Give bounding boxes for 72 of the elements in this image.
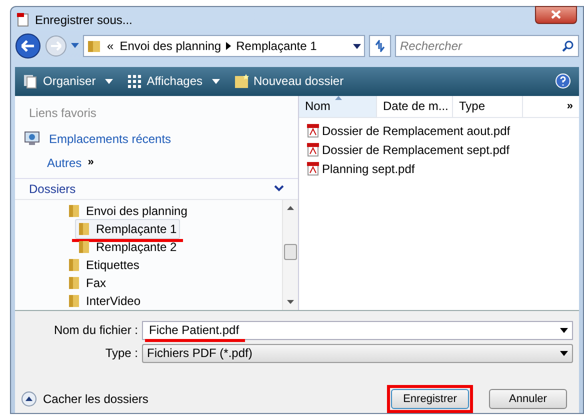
dropdown-arrow-icon[interactable] bbox=[560, 328, 568, 333]
help-icon[interactable] bbox=[555, 73, 571, 90]
file-row[interactable]: Dossier de Remplacement aout.pdf bbox=[307, 122, 579, 141]
dropdown-arrow-icon bbox=[104, 78, 113, 84]
refresh-button[interactable] bbox=[369, 35, 391, 58]
column-header[interactable]: Type bbox=[453, 96, 523, 117]
scroll-down-icon[interactable] bbox=[287, 300, 294, 304]
file-type-dropdown[interactable]: Fichiers PDF (*.pdf) bbox=[142, 344, 573, 363]
dropdown-arrow-icon bbox=[212, 78, 220, 84]
dropdown-arrow-icon[interactable] bbox=[353, 44, 361, 49]
filename-value: Fiche Patient.pdf bbox=[149, 323, 240, 338]
close-icon bbox=[551, 10, 561, 19]
address-bar[interactable]: « Envoi des planning Remplaçante 1 bbox=[83, 35, 365, 58]
window-title: Enregistrer sous... bbox=[35, 12, 132, 28]
dropdown-arrow-icon bbox=[560, 350, 568, 356]
history-dropdown-icon[interactable] bbox=[71, 43, 79, 50]
more-columns-chevron[interactable]: » bbox=[560, 96, 579, 117]
tree-item[interactable]: InterVideo bbox=[65, 290, 144, 310]
pdf-file-icon bbox=[307, 162, 319, 176]
filename-field[interactable]: Fiche Patient.pdf bbox=[142, 320, 573, 340]
pdf-file-icon bbox=[307, 143, 319, 158]
tree-item[interactable]: Envoi des planning bbox=[65, 200, 190, 221]
scrollbar[interactable] bbox=[282, 200, 298, 310]
pdf-file-icon bbox=[307, 124, 319, 138]
folder-icon bbox=[68, 258, 80, 272]
field-label: Type : bbox=[104, 345, 138, 362]
field-label: Nom du fichier : bbox=[52, 322, 138, 340]
recent-places-icon bbox=[23, 130, 41, 147]
folder-icon bbox=[68, 204, 80, 218]
sort-arrow-icon bbox=[335, 96, 342, 100]
section-header: Dossiers bbox=[29, 180, 76, 198]
path-segment[interactable]: Remplaçante 1 bbox=[236, 37, 317, 56]
search-field[interactable]: Rechercher bbox=[395, 35, 579, 58]
search-input[interactable]: Rechercher bbox=[400, 37, 562, 56]
column-header[interactable]: Nom bbox=[299, 96, 377, 117]
new-folder-icon bbox=[234, 74, 249, 89]
more-chevron[interactable]: » bbox=[88, 154, 94, 171]
tree-item[interactable]: Fax bbox=[65, 272, 110, 293]
refresh-arrows-icon bbox=[374, 40, 386, 52]
collapse-chevron-icon[interactable] bbox=[274, 185, 284, 192]
pages-icon bbox=[23, 74, 38, 89]
hide-folders-link[interactable]: Cacher les dossiers bbox=[43, 390, 148, 408]
tree-item[interactable]: Remplaçante 2 bbox=[75, 236, 180, 257]
close-button[interactable] bbox=[535, 6, 577, 24]
folder-icon bbox=[78, 240, 90, 254]
tree-item[interactable]: Remplaçante 1 bbox=[75, 218, 180, 239]
pdf-document-icon bbox=[17, 12, 29, 26]
file-row[interactable]: Planning sept.pdf bbox=[307, 160, 579, 179]
section-header: Liens favoris bbox=[29, 104, 98, 122]
path-segment[interactable]: Envoi des planning bbox=[120, 37, 222, 56]
search-icon bbox=[562, 40, 574, 52]
cancel-button[interactable]: Annuler bbox=[489, 388, 567, 409]
more-link[interactable]: Autres bbox=[47, 154, 82, 172]
tree-item[interactable]: Etiquettes bbox=[65, 254, 142, 275]
grid-icon bbox=[126, 74, 142, 89]
column-header[interactable]: Date de m... bbox=[377, 96, 453, 117]
toolbar-button[interactable]: Affichages bbox=[126, 72, 220, 90]
scroll-up-icon[interactable] bbox=[287, 206, 294, 210]
separator-arrow-icon[interactable] bbox=[226, 42, 232, 50]
file-row[interactable]: Dossier de Remplacement sept.pdf bbox=[307, 140, 579, 160]
folder-icon bbox=[68, 294, 80, 308]
scroll-thumb[interactable] bbox=[284, 244, 297, 260]
file-type-value: Fichiers PDF (*.pdf) bbox=[147, 345, 252, 362]
folder-icon bbox=[68, 276, 80, 290]
folder-icon bbox=[78, 222, 90, 236]
favorite-link[interactable]: Emplacements récents bbox=[49, 130, 172, 148]
save-button[interactable]: Enregistrer bbox=[391, 388, 469, 409]
folder-icon bbox=[87, 39, 101, 54]
toolbar-button[interactable]: Nouveau dossier bbox=[234, 72, 344, 90]
collapse-up-icon[interactable] bbox=[21, 390, 37, 407]
path-overflow[interactable]: « bbox=[107, 37, 114, 56]
toolbar-button[interactable]: Organiser bbox=[23, 72, 113, 90]
